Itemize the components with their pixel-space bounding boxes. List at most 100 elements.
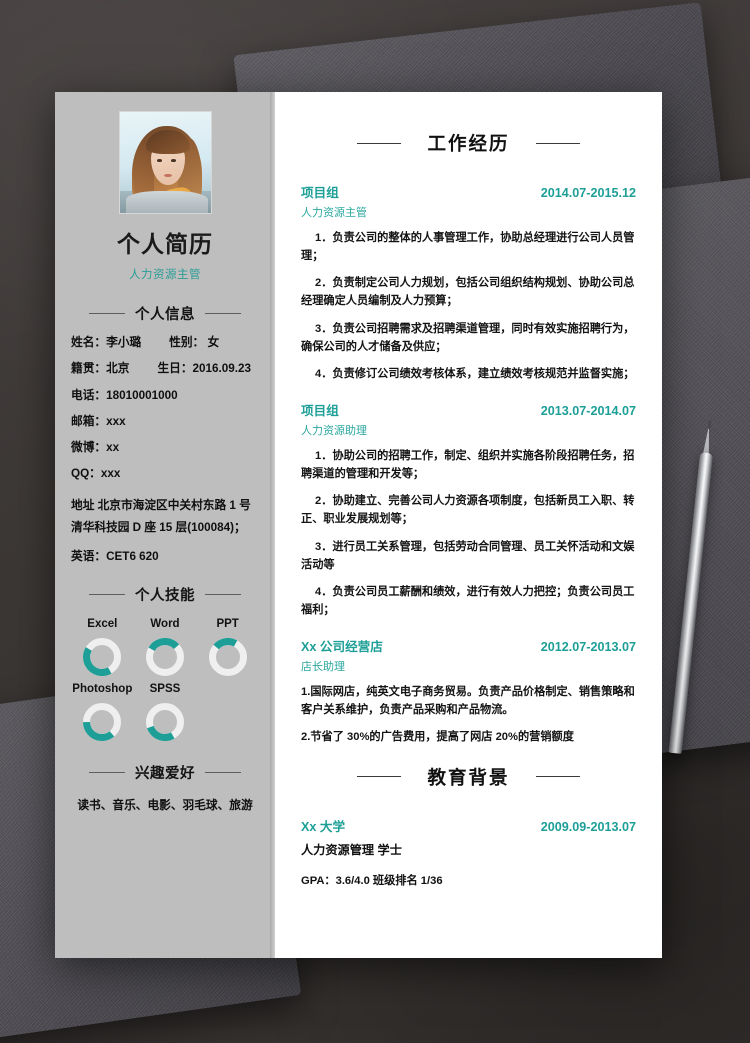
skill-progress-ring (83, 637, 122, 676)
heading-rule-right (205, 313, 241, 314)
section-heading-hobbies: 兴趣爱好 (71, 762, 259, 783)
heading-label: 工作经历 (427, 133, 510, 154)
hobbies-list: 读书、音乐、电影、羽毛球、旅游 (77, 798, 253, 812)
info-row-hometown-birthday: 籍贯：北京 生日：2016.09.23 (71, 362, 259, 376)
heading-rule-left (89, 593, 125, 595)
desk-background: 个人简历 人力资源主管 个人信息 姓名：李小璐 性别： 女 籍贯：北京 生日：2… (0, 0, 750, 1043)
job-organization: 项目组 (301, 403, 339, 418)
heading-label: 教育背景 (427, 766, 510, 788)
job-entry: 项目组 2013.07-2014.07 人力资源助理 1．协助公司的招聘工作，制定、组… (301, 400, 636, 619)
info-hometown: 籍贯：北京 (71, 362, 130, 376)
education-date: 2009.09-2013.07 (540, 819, 636, 834)
heading-label: 个人技能 (135, 587, 195, 604)
job-bullet: 2.节省了 30%的广告费用，提高了网店 20%的营销额度 (301, 731, 574, 744)
heading-rule-left (89, 313, 125, 314)
job-date: 2014.07-2015.12 (540, 186, 636, 200)
info-weibo: 微博：xx (71, 441, 120, 455)
skill-ppt: PPT (196, 618, 259, 676)
education-school: Xx 大学 (301, 819, 346, 834)
info-row-name-gender: 姓名：李小璐 性别： 女 (71, 336, 259, 349)
info-row-phone: 电话：18010001000 (71, 388, 259, 402)
resume-sidebar: 个人简历 人力资源主管 个人信息 姓名：李小璐 性别： 女 籍贯：北京 生日：2… (55, 92, 275, 958)
heading-rule-right (535, 142, 580, 144)
section-heading-personal-info: 个人信息 (71, 303, 259, 324)
skill-excel: Excel (71, 618, 134, 676)
avatar (118, 111, 212, 214)
job-bullet: 4．负责修订公司绩效考核体系，建立绩效考核规范并监督实施； (315, 367, 635, 380)
heading-rule-left (89, 771, 125, 773)
job-entry: 项目组 2014.07-2015.12 人力资源主管 1．负责公司的整体的人事管理工作… (301, 182, 636, 383)
heading-rule-left (357, 142, 402, 144)
job-bullet: 4．负责公司员工薪酬和绩效，进行有效人力把控；负责公司员工福利； (301, 585, 635, 616)
photo-fringe (145, 130, 190, 154)
resume-page: 个人简历 人力资源主管 个人信息 姓名：李小璐 性别： 女 籍贯：北京 生日：2… (55, 92, 662, 958)
job-bullet: 3．进行员工关系管理，包括劳动合同管理、员工关怀活动和文娱活动等 (301, 540, 635, 571)
job-role: 人力资源主管 (301, 207, 367, 219)
section-heading-education: 教育背景 (301, 764, 636, 790)
info-phone: 电话：18010001000 (71, 388, 178, 402)
job-date: 2012.07-2013.07 (540, 640, 636, 655)
skill-progress-ring (208, 637, 247, 676)
info-spacer (141, 337, 169, 349)
skill-label: PPT (216, 617, 239, 630)
skill-spss: SPSS (134, 683, 197, 741)
job-date: 2013.07-2014.07 (540, 403, 636, 418)
job-bullet: 2．协助建立、完善公司人力资源各项制度，包括新员工入职、转正、职业发展规划等； (301, 495, 635, 526)
job-organization: 项目组 (301, 186, 339, 200)
info-spacer (129, 363, 157, 375)
info-name: 姓名：李小璐 (71, 336, 142, 349)
education-gpa: GPA：3.6/4.0 班级排名 1/36 (301, 874, 443, 887)
job-header: Xx 公司经营店 2012.07-2013.07 (301, 636, 636, 655)
info-row-english: 英语：CET6 620 (71, 549, 259, 563)
skill-label: Photoshop (72, 682, 133, 695)
info-row-address: 地址 北京市海淀区中关村东路 1 号清华科技园 D 座 15 层(100084)… (71, 498, 251, 535)
section-heading-skills: 个人技能 (71, 584, 259, 605)
skill-progress-ring (145, 637, 184, 676)
info-english: 英语：CET6 620 (71, 549, 159, 563)
heading-rule-right (205, 593, 241, 595)
photo-lips (163, 174, 172, 178)
info-qq: QQ：xxx (71, 467, 121, 481)
work-experience-list: 项目组 2014.07-2015.12 人力资源主管 1．负责公司的整体的人事管理工作… (301, 182, 636, 747)
skills-grid: Excel Word PPT Photoshop SPSS (71, 618, 259, 741)
job-organization: Xx 公司经营店 (301, 640, 383, 655)
job-entry: Xx 公司经营店 2012.07-2013.07 店长助理 1.国际网店，纯英文电子商… (301, 636, 636, 746)
job-role: 店长助理 (301, 661, 345, 674)
page-title: 个人简历 (117, 231, 213, 257)
photo-coat (125, 191, 208, 213)
page-subtitle: 人力资源主管 (129, 269, 201, 281)
job-role: 人力资源助理 (301, 424, 367, 437)
job-bullet: 2．负责制定公司人力规划，包括公司组织结构规划、协助公司总经理确定人员编制及人力… (301, 277, 635, 308)
skill-label: Word (150, 617, 180, 630)
job-bullet: 1．协助公司的招聘工作，制定、组织并实施各阶段招聘任务，招聘渠道的管理和开发等； (301, 449, 635, 481)
heading-label: 个人信息 (135, 307, 195, 323)
job-bullet: 3．负责公司招聘需求及招聘渠道管理，同时有效实施招聘行为，确保公司的人才储备及供… (301, 322, 635, 353)
info-birthday: 生日：2016.09.23 (157, 362, 252, 376)
heading-label: 兴趣爱好 (135, 765, 195, 782)
skill-label: SPSS (149, 682, 181, 695)
skill-progress-ring (145, 702, 184, 741)
section-heading-work: 工作经历 (301, 130, 636, 156)
info-gender: 性别： 女 (169, 336, 220, 349)
skill-photoshop: Photoshop (71, 683, 134, 741)
job-bullet: 1．负责公司的整体的人事管理工作，协助总经理进行公司人员管理； (301, 232, 635, 263)
resume-main: 工作经历 项目组 2014.07-2015.12 人力资源主管 1．负责公司的整体的人… (275, 92, 662, 958)
education-header: Xx 大学 2009.09-2013.07 (301, 816, 636, 835)
heading-rule-right (535, 776, 580, 778)
skill-progress-ring (83, 702, 122, 741)
job-header: 项目组 2013.07-2014.07 (301, 400, 636, 419)
photo-eye-left (156, 159, 162, 162)
education-entry: Xx 大学 2009.09-2013.07 人力资源管理 学士 GPA：3.6/… (301, 816, 636, 888)
job-header: 项目组 2014.07-2015.12 (301, 182, 636, 201)
heading-rule-left (357, 776, 402, 778)
info-email: 邮箱：xxx (71, 414, 126, 428)
info-row-email: 邮箱：xxx (71, 414, 259, 428)
info-row-qq: QQ：xxx (71, 467, 259, 481)
heading-rule-right (205, 771, 241, 773)
skill-word: Word (134, 618, 197, 676)
job-bullet: 1.国际网店，纯英文电子商务贸易。负责产品价格制定、销售策略和客户关系维护，负责… (301, 686, 635, 717)
photo-eye-right (170, 159, 176, 162)
info-row-weibo: 微博：xx (71, 441, 259, 455)
pen-tip (703, 424, 713, 456)
education-major: 人力资源管理 学士 (301, 842, 402, 857)
